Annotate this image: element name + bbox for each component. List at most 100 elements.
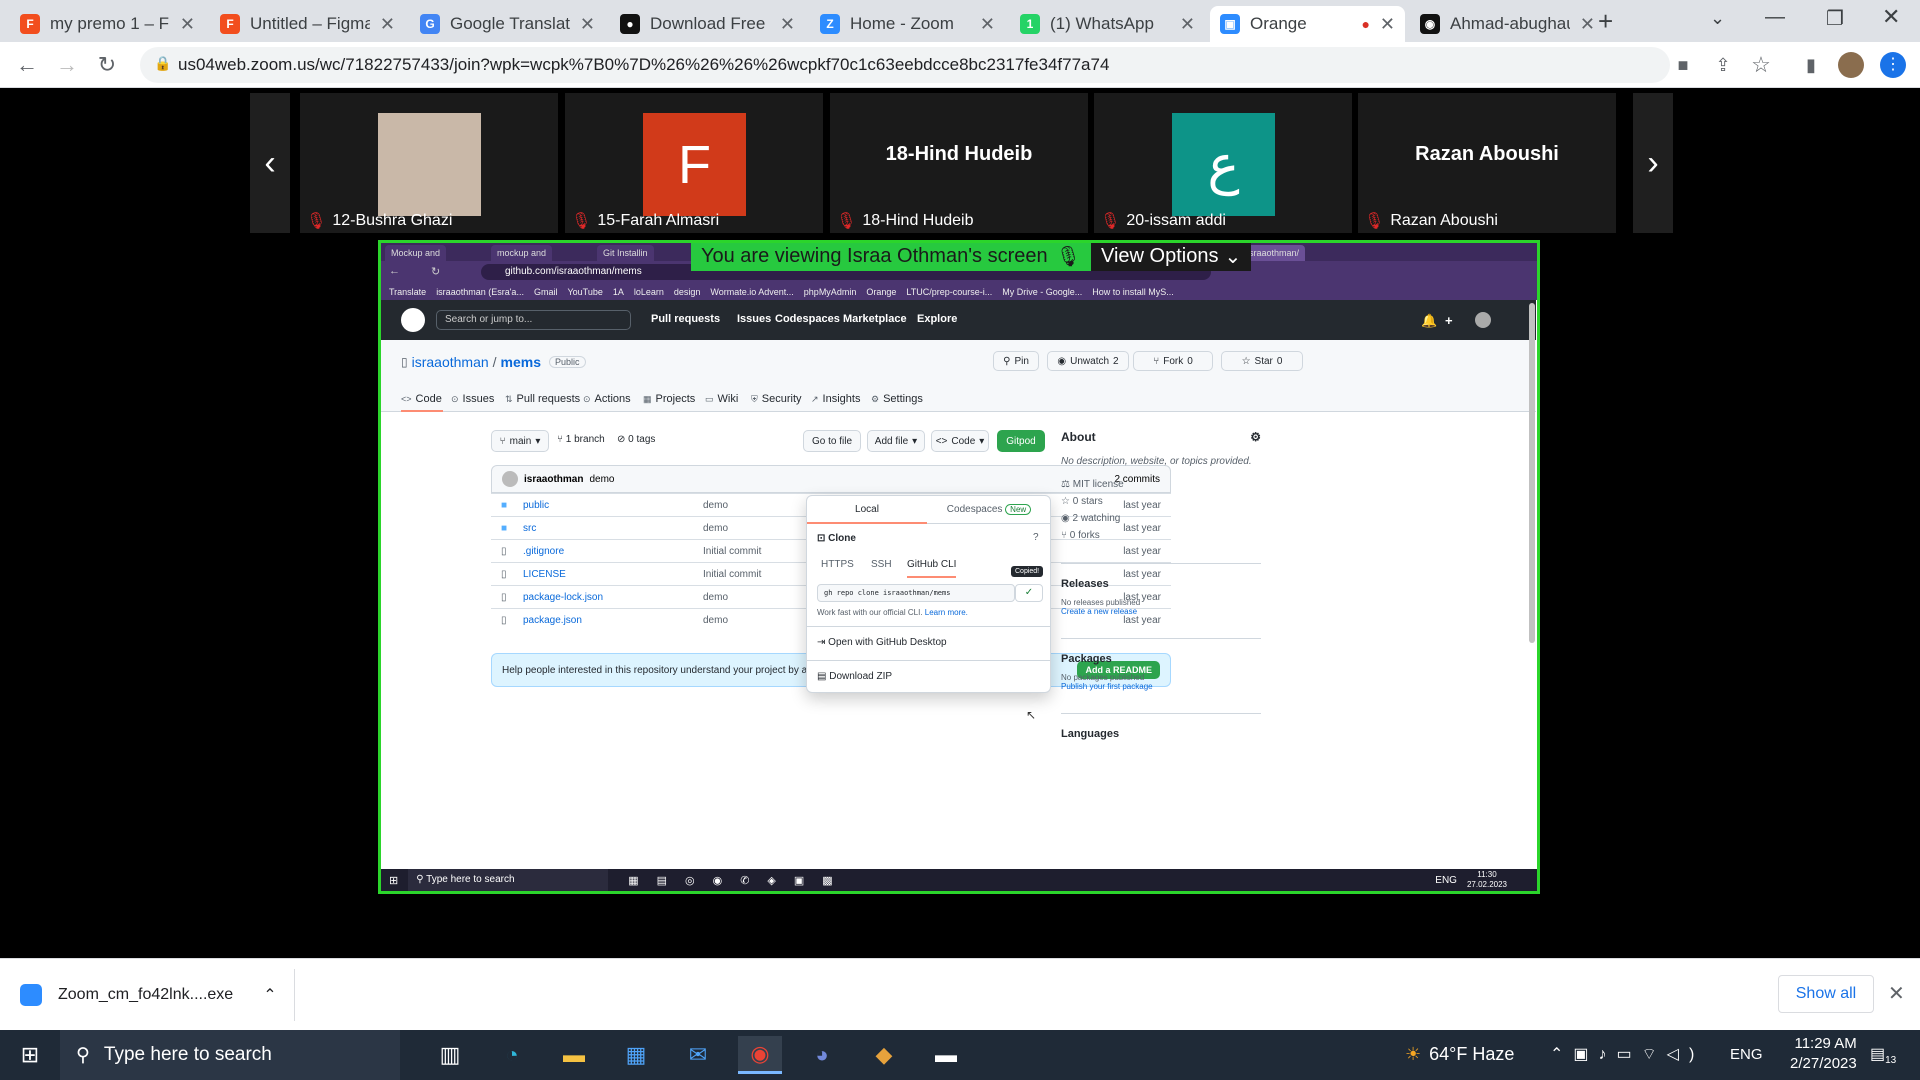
git-app-icon[interactable]: ◆ (862, 1036, 906, 1074)
browser-tab[interactable]: F Untitled – Figma ✕ (210, 6, 405, 42)
inner-start-icon[interactable]: ⊞ (389, 874, 398, 887)
bookmark-item[interactable]: LTUC/prep-course-i... (906, 287, 992, 297)
copy-check-button[interactable]: ✓ (1015, 584, 1043, 602)
file-name[interactable]: LICENSE (523, 569, 703, 580)
participant-tile[interactable]: 🎙 12-Bushra Ghazi (300, 93, 558, 233)
fork-button[interactable]: ⑂ Fork 0 (1133, 351, 1213, 371)
notification-icon[interactable]: ▤13 (1870, 1044, 1896, 1066)
file-name[interactable]: .gitignore (523, 546, 703, 557)
nav-marketplace[interactable]: Marketplace (843, 313, 907, 325)
github-search-input[interactable]: Search or jump to... (436, 310, 631, 330)
windows-start-icon[interactable]: ⊞ (8, 1036, 52, 1074)
address-bar[interactable]: 🔒 us04web.zoom.us/wc/71822757433/join?wp… (140, 47, 1670, 83)
open-desktop-item[interactable]: ⇥ Open with GitHub Desktop (807, 626, 1050, 658)
clone-command-field[interactable]: gh repo clone israaothman/mems (817, 584, 1015, 602)
repo-tab[interactable]: ↗ Insights (811, 393, 860, 405)
browser-tab[interactable]: ● Download Free G ✕ (610, 6, 805, 42)
bookmark-item[interactable]: 1A (613, 287, 624, 297)
browser-tab[interactable]: G Google Translate ✕ (410, 6, 605, 42)
nav-issues[interactable]: Issues (737, 313, 771, 325)
inner-tab[interactable]: mockup and (491, 245, 553, 261)
tray-icons[interactable]: ⌃▣♪▭⌔◁) (1550, 1044, 1704, 1064)
profile-avatar[interactable] (1838, 52, 1864, 78)
pin-button[interactable]: ⚲ Pin (993, 351, 1039, 371)
view-options-button[interactable]: View Options ⌄ (1090, 243, 1252, 271)
bookmark-star-icon[interactable]: ☆ (1748, 52, 1774, 78)
maximize-button[interactable]: ❐ (1826, 6, 1844, 31)
repo-tab[interactable]: ⛨ Security (751, 393, 802, 405)
watching-link[interactable]: ◉ 2 watching (1061, 513, 1261, 524)
share-icon[interactable]: ⇪ (1710, 52, 1736, 78)
commit-user[interactable]: israaothman (524, 474, 583, 485)
bookmark-item[interactable]: israaothman (Esra'a... (436, 287, 524, 297)
forward-icon[interactable]: → (54, 52, 80, 78)
browser-tab[interactable]: Fmy premo 1 – Fig ✕ (10, 6, 205, 42)
tab-close-icon[interactable]: ✕ (1580, 14, 1595, 35)
file-name[interactable]: public (523, 500, 703, 511)
tab-close-icon[interactable]: ✕ (180, 14, 195, 35)
edge-icon[interactable]: ◔ (490, 1036, 534, 1074)
repo-tab[interactable]: ⚙ Settings (871, 393, 923, 405)
discord-icon[interactable]: ◕ (800, 1036, 844, 1074)
close-download-bar-icon[interactable]: ✕ (1888, 981, 1905, 1006)
bookmark-item[interactable]: Orange (866, 287, 896, 297)
gh-avatar[interactable] (1475, 312, 1491, 328)
mail-icon[interactable]: ✉ (676, 1036, 720, 1074)
close-window-button[interactable]: ✕ (1882, 4, 1900, 30)
new-tab-button[interactable]: + (1598, 6, 1613, 37)
nav-codespaces[interactable]: Codespaces (775, 313, 840, 325)
minimize-button[interactable]: — (1765, 6, 1785, 29)
add-file-button[interactable]: Add file ▾ (867, 430, 925, 452)
repo-tab[interactable]: ⊙ Actions (583, 393, 631, 405)
tab-github-cli[interactable]: GitHub CLI (907, 559, 957, 578)
download-item[interactable]: Zoom_cm_fo42lnk....exe ⌃ (20, 977, 277, 1013)
bookmark-item[interactable]: How to install MyS... (1092, 287, 1174, 297)
bookmark-item[interactable]: Gmail (534, 287, 558, 297)
side-panel-icon[interactable]: ▮ (1798, 52, 1824, 78)
learn-more-link[interactable]: Learn more. (925, 608, 968, 617)
tab-codespaces[interactable]: Codespaces New (927, 496, 1051, 524)
tab-close-icon[interactable]: ✕ (980, 14, 995, 35)
repo-name[interactable]: mems (501, 354, 541, 370)
license-link[interactable]: ⚖ MIT license (1061, 479, 1261, 490)
next-page-arrow[interactable]: › (1633, 93, 1673, 233)
repo-tab[interactable]: ▭ Wiki (705, 393, 738, 405)
participant-tile[interactable]: ع 🎙 20-issam addi (1094, 93, 1352, 233)
camera-icon[interactable]: ■ (1670, 52, 1696, 78)
prev-page-arrow[interactable]: ‹ (250, 93, 290, 233)
participant-tile[interactable]: 18-Hind Hudeib 🎙 18-Hind Hudeib (830, 93, 1088, 233)
show-all-button[interactable]: Show all (1778, 975, 1874, 1013)
file-name[interactable]: package-lock.json (523, 592, 703, 603)
repo-tab[interactable]: ⇅ Pull requests (505, 393, 580, 405)
participant-tile[interactable]: F 🎙 15-Farah Almasri (565, 93, 823, 233)
browser-tab[interactable]: ▣ Orange ● ✕ (1210, 6, 1405, 42)
bookmark-item[interactable]: My Drive - Google... (1002, 287, 1082, 297)
task-view-icon[interactable]: ▥ (428, 1036, 472, 1074)
bell-icon[interactable]: 🔔 (1421, 313, 1437, 329)
go-to-file-button[interactable]: Go to file (803, 430, 861, 452)
stars-link[interactable]: ☆ 0 stars (1061, 496, 1261, 507)
publish-package-link[interactable]: Publish your first package (1061, 682, 1261, 691)
chrome-icon[interactable]: ◉ (738, 1036, 782, 1074)
bookmark-item[interactable]: loLearn (634, 287, 664, 297)
unwatch-button[interactable]: ◉ Unwatch 2 (1047, 351, 1129, 371)
repo-owner[interactable]: israaothman (412, 354, 489, 370)
tags-link[interactable]: ⊘ 0 tags (617, 434, 655, 445)
branches-link[interactable]: ⑂ 1 branch (557, 434, 605, 445)
tab-close-icon[interactable]: ✕ (380, 14, 395, 35)
taskbar-search[interactable]: ⚲ Type here to search (60, 1030, 400, 1080)
plus-icon[interactable]: + (1445, 313, 1453, 328)
tab-close-icon[interactable]: ✕ (1180, 14, 1195, 35)
browser-tab[interactable]: 1 (1) WhatsApp ✕ (1010, 6, 1205, 42)
gitpod-button[interactable]: Gitpod (997, 430, 1045, 452)
inner-search-box[interactable]: ⚲ Type here to search (408, 869, 609, 891)
weather-widget[interactable]: ☀ 64°F Haze (1405, 1044, 1514, 1065)
participant-tile[interactable]: Razan Aboushi 🎙 Razan Aboushi (1358, 93, 1616, 233)
chevron-up-icon[interactable]: ⌃ (263, 985, 276, 1005)
tab-local[interactable]: Local (807, 496, 927, 524)
branch-select[interactable]: ⑂ main ▾ (491, 430, 549, 452)
store-icon[interactable]: ▦ (614, 1036, 658, 1074)
nav-pull-requests[interactable]: Pull requests (651, 313, 720, 325)
forks-link[interactable]: ⑂ 0 forks (1061, 530, 1261, 541)
inner-scrollbar[interactable] (1529, 303, 1535, 643)
